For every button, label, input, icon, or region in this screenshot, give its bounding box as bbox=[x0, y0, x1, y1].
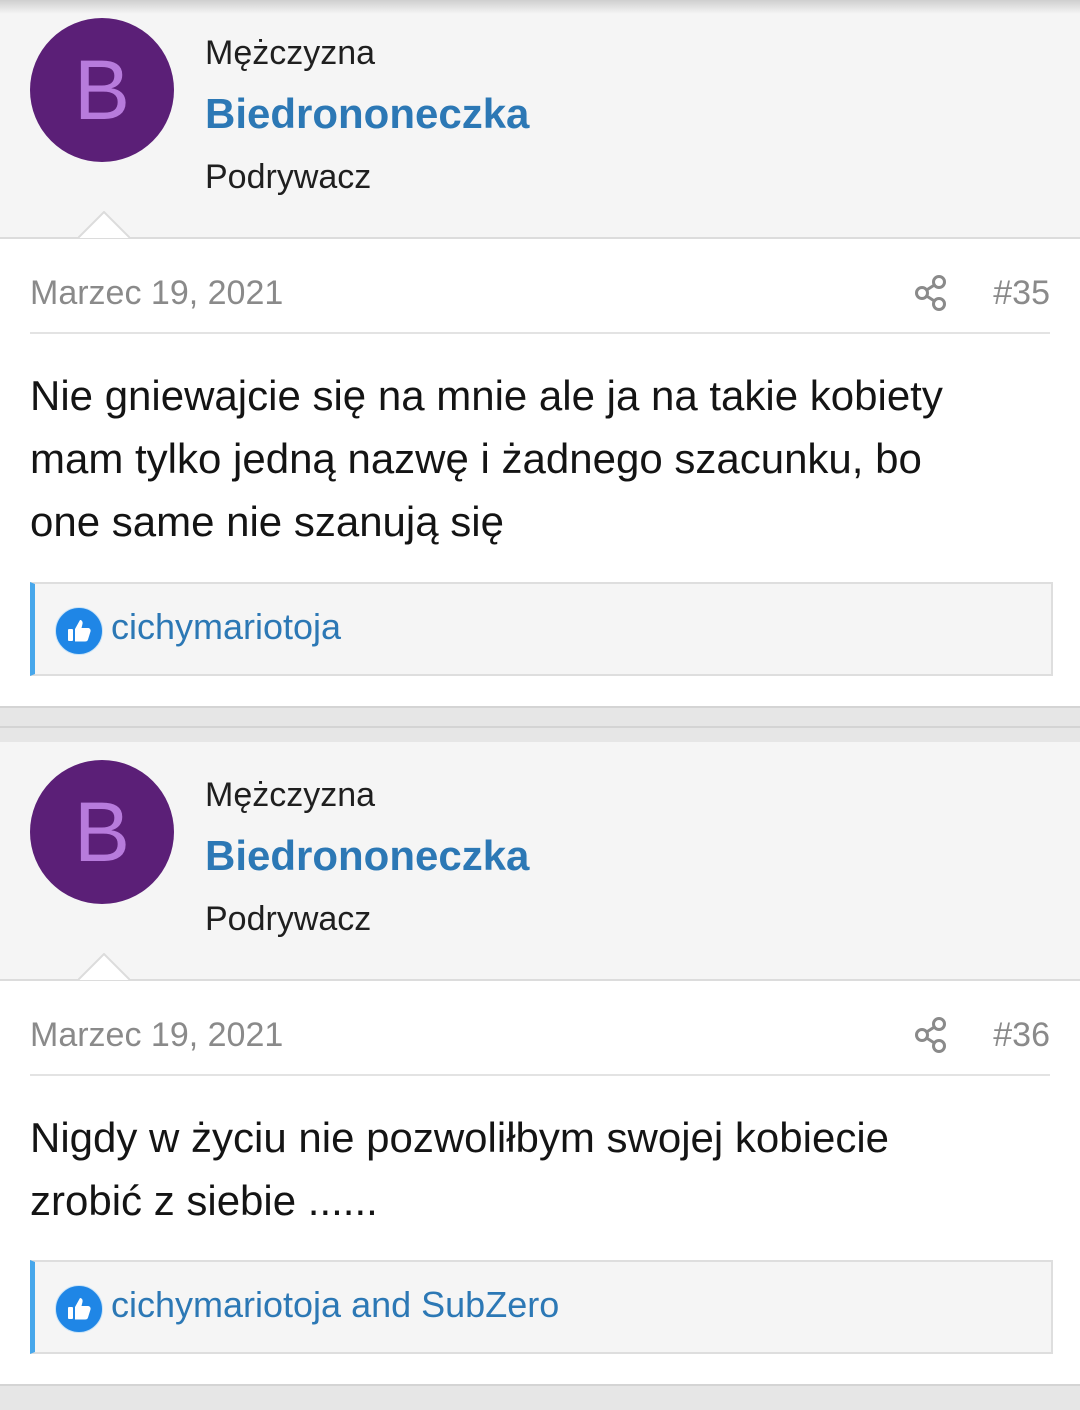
author-gender: Mężczyzna bbox=[205, 34, 376, 72]
post-number-link[interactable]: #36 bbox=[993, 1016, 1050, 1055]
post-body-line: mam tylko jedną nazwę i żadnego szacunku… bbox=[30, 435, 922, 482]
post-36: B Mężczyzna Biedrononeczka Podrywacz Mar… bbox=[0, 742, 1080, 1384]
header-caret bbox=[78, 953, 130, 981]
reactions-bar[interactable]: cichymariotoja and SubZero bbox=[30, 1260, 1053, 1354]
share-icon[interactable] bbox=[914, 274, 946, 312]
top-shadow bbox=[0, 0, 1080, 14]
post-body-line: Nigdy w życiu nie pozwoliłbym swojej kob… bbox=[30, 1114, 890, 1161]
reactions-bar[interactable]: cichymariotoja bbox=[30, 582, 1053, 676]
post-author-header: B Mężczyzna Biedrononeczka Podrywacz bbox=[0, 0, 1080, 239]
avatar[interactable]: B bbox=[30, 18, 174, 162]
author-user-title: Podrywacz bbox=[205, 900, 372, 938]
like-icon bbox=[55, 607, 103, 655]
author-username-link[interactable]: Biedrononeczka bbox=[205, 90, 529, 138]
author-username-link[interactable]: Biedrononeczka bbox=[205, 832, 529, 880]
post-body-line: Nie gniewajcie się na mnie ale ja na tak… bbox=[30, 372, 943, 419]
post-date[interactable]: Marzec 19, 2021 bbox=[30, 1016, 283, 1055]
post-number-link[interactable]: #35 bbox=[993, 274, 1050, 313]
header-caret bbox=[78, 211, 130, 239]
avatar[interactable]: B bbox=[30, 760, 174, 904]
post-body-line: one same nie szanują się bbox=[30, 498, 504, 545]
post-body: Nigdy w życiu nie pozwoliłbym swojej kob… bbox=[30, 1106, 1040, 1232]
reaction-users-link[interactable]: cichymariotoja and SubZero bbox=[111, 1284, 559, 1326]
author-gender: Mężczyzna bbox=[205, 776, 376, 814]
share-icon[interactable] bbox=[914, 1016, 946, 1054]
post-date[interactable]: Marzec 19, 2021 bbox=[30, 274, 283, 313]
author-user-title: Podrywacz bbox=[205, 158, 372, 196]
reaction-users-link[interactable]: cichymariotoja bbox=[111, 606, 341, 648]
post-separator bbox=[0, 706, 1080, 708]
post-separator bbox=[0, 726, 1080, 728]
like-icon bbox=[55, 1285, 103, 1333]
post-body-line: zrobić z siebie ...... bbox=[30, 1177, 378, 1224]
post-meta-row: Marzec 19, 2021 #36 bbox=[30, 1010, 1050, 1076]
post-separator bbox=[0, 1384, 1080, 1386]
post-author-header: B Mężczyzna Biedrononeczka Podrywacz bbox=[0, 742, 1080, 981]
post-35: B Mężczyzna Biedrononeczka Podrywacz Mar… bbox=[0, 0, 1080, 706]
post-meta-row: Marzec 19, 2021 #35 bbox=[30, 268, 1050, 334]
post-body: Nie gniewajcie się na mnie ale ja na tak… bbox=[30, 364, 1040, 553]
